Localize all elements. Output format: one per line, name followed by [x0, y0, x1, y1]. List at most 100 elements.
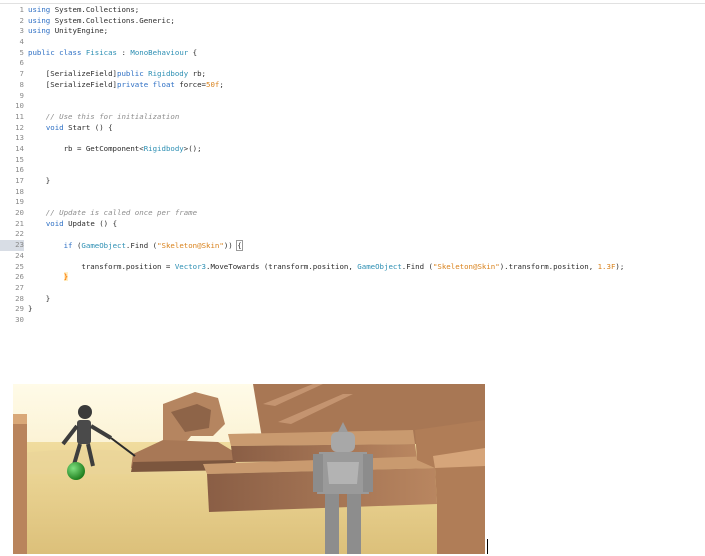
- code-line[interactable]: 16: [0, 165, 705, 176]
- line-number: 27: [15, 282, 24, 292]
- green-ball: [67, 462, 85, 480]
- code-line[interactable]: 2 using System.Collections.Generic;: [0, 16, 705, 27]
- code-token: Start () {: [63, 122, 113, 132]
- code-line[interactable]: 13: [0, 133, 705, 144]
- code-line[interactable]: 19: [0, 197, 705, 208]
- line-number: 25: [15, 261, 24, 271]
- code-token: using: [28, 5, 51, 14]
- code-token: "Skeleton@Skin": [157, 241, 224, 251]
- code-line[interactable]: 6: [0, 58, 705, 69]
- line-number: 14: [15, 143, 24, 153]
- code-token: }: [28, 176, 51, 185]
- code-line[interactable]: 8 [SerializeField]private float force=50…: [0, 80, 705, 91]
- code-token: UnityEngine;: [50, 26, 109, 36]
- code-editor[interactable]: 1 using System.Collections; 2 using System.…: [0, 5, 705, 326]
- code-token: rb;: [188, 69, 207, 79]
- code-line[interactable]: 14 rb = GetComponent<Rigidbody>();: [0, 144, 705, 155]
- code-line[interactable]: 25 transform.position = Vector3.MoveTowa…: [0, 262, 705, 273]
- code-token: Update () {: [63, 218, 118, 228]
- code-token: 1.3F: [597, 261, 616, 271]
- text-cursor: [487, 539, 488, 554]
- code-line[interactable]: 3 using UnityEngine;: [0, 26, 705, 37]
- game-view-viewport[interactable]: [13, 384, 485, 554]
- code-token: void: [45, 218, 64, 228]
- code-token: :: [117, 47, 131, 57]
- code-line[interactable]: 5 public class Fisicas : MonoBehaviour {: [0, 48, 705, 59]
- code-token: )): [223, 241, 238, 251]
- line-code: using System.Collections;: [28, 5, 139, 16]
- code-token: }: [28, 293, 51, 303]
- code-token: GameObject: [81, 241, 126, 251]
- rock-pillar: [13, 414, 27, 554]
- code-line[interactable]: 15: [0, 155, 705, 166]
- code-token: transform.position =: [28, 261, 175, 271]
- code-line[interactable]: 22: [0, 229, 705, 240]
- code-token: System.Collections;: [50, 5, 140, 14]
- line-code: }: [28, 294, 50, 305]
- code-token: rb = GetComponent<: [28, 143, 144, 153]
- line-number: 4: [19, 37, 24, 47]
- code-token: public: [117, 69, 144, 79]
- code-line[interactable]: 4: [0, 37, 705, 48]
- line-number: 8: [19, 79, 24, 89]
- line-code: }: [28, 272, 69, 283]
- line-code: void Start () {: [28, 123, 113, 134]
- code-line[interactable]: 20 // Update is called once per frame: [0, 208, 705, 219]
- line-number: 10: [15, 101, 24, 111]
- line-number: 30: [15, 314, 24, 324]
- code-token: [SerializeField]: [28, 69, 117, 79]
- code-token: .MoveTowards (transform.position,: [206, 261, 358, 271]
- code-line[interactable]: 17 }: [0, 176, 705, 187]
- line-code: using UnityEngine;: [28, 26, 108, 37]
- code-token: private float: [117, 79, 175, 89]
- code-token: using: [28, 26, 51, 36]
- code-token: }: [63, 272, 69, 282]
- line-code: [SerializeField]public Rigidbody rb;: [28, 69, 206, 80]
- line-code: using System.Collections.Generic;: [28, 16, 175, 27]
- line-number: 5: [19, 47, 24, 57]
- game-scene: [13, 384, 485, 554]
- code-line[interactable]: 21 void Update () {: [0, 219, 705, 230]
- line-code: }: [28, 176, 50, 187]
- line-number: 28: [15, 293, 24, 303]
- line-number: 26: [15, 272, 24, 282]
- line-number: 20: [15, 208, 24, 218]
- line-number: 23: [0, 240, 24, 251]
- code-token: force=: [174, 79, 207, 89]
- line-number: 6: [19, 58, 24, 68]
- code-token: );: [615, 261, 625, 271]
- code-line[interactable]: 26 }: [0, 272, 705, 283]
- code-line[interactable]: 24: [0, 251, 705, 262]
- line-code: }: [28, 304, 32, 315]
- text-caret: [241, 240, 243, 250]
- code-line[interactable]: 1 using System.Collections;: [0, 5, 705, 16]
- code-line[interactable]: 29}: [0, 304, 705, 315]
- line-code: void Update () {: [28, 219, 117, 230]
- code-token: GameObject: [357, 261, 402, 271]
- code-line[interactable]: 23 if (GameObject.Find ("Skeleton@Skin")…: [0, 240, 705, 252]
- code-token: "Skeleton@Skin": [432, 261, 500, 271]
- code-line[interactable]: 28 }: [0, 294, 705, 305]
- code-line[interactable]: 11 // Use this for initialization: [0, 112, 705, 123]
- line-number: 17: [15, 176, 24, 185]
- top-border: [0, 3, 705, 4]
- code-line[interactable]: 10: [0, 101, 705, 112]
- line-number: 19: [15, 197, 24, 207]
- code-line[interactable]: 12 void Start () {: [0, 123, 705, 134]
- code-token: public class: [28, 47, 82, 57]
- code-line[interactable]: 30: [0, 315, 705, 326]
- code-token: ).transform.position,: [499, 261, 598, 271]
- line-number: 15: [15, 154, 24, 164]
- code-line[interactable]: 7 [SerializeField]public Rigidbody rb;: [0, 69, 705, 80]
- code-line[interactable]: 18: [0, 187, 705, 198]
- line-number: 13: [15, 133, 24, 143]
- line-code: rb = GetComponent<Rigidbody>();: [28, 144, 202, 155]
- line-number: 16: [15, 165, 24, 175]
- line-number: 12: [15, 122, 24, 132]
- code-line[interactable]: 27: [0, 283, 705, 294]
- code-line[interactable]: 9: [0, 91, 705, 102]
